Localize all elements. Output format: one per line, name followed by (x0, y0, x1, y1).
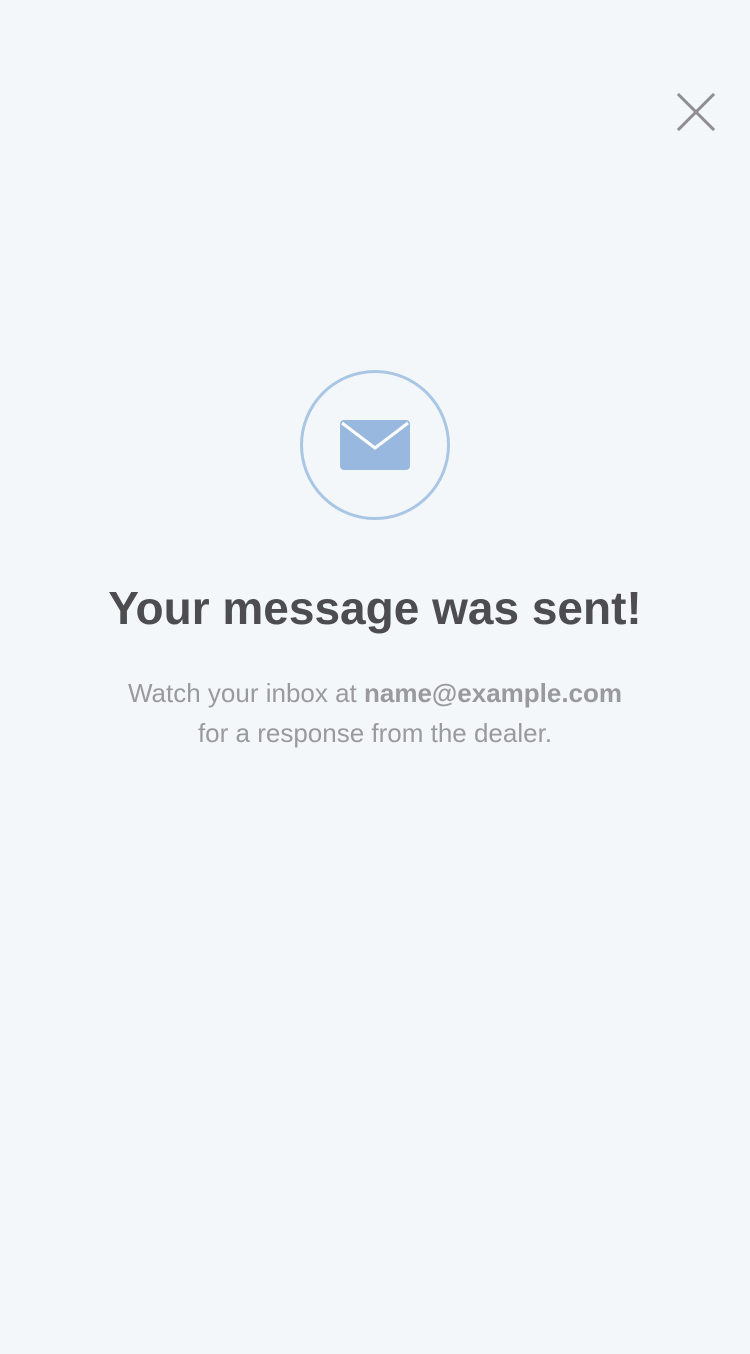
confirmation-title: Your message was sent! (108, 582, 642, 634)
message-line-2: for a response from the dealer. (197, 718, 553, 748)
confirmation-message: Watch your inbox at name@example.com for… (0, 673, 750, 753)
message-prefix: Watch your inbox at (127, 678, 364, 708)
message-line-1: Watch your inbox at name@example.com (0, 673, 750, 713)
envelope-badge (300, 370, 450, 520)
email-address: name@example.com (364, 678, 623, 708)
close-icon (676, 92, 716, 132)
envelope-icon (340, 419, 410, 471)
close-button[interactable] (672, 88, 720, 136)
